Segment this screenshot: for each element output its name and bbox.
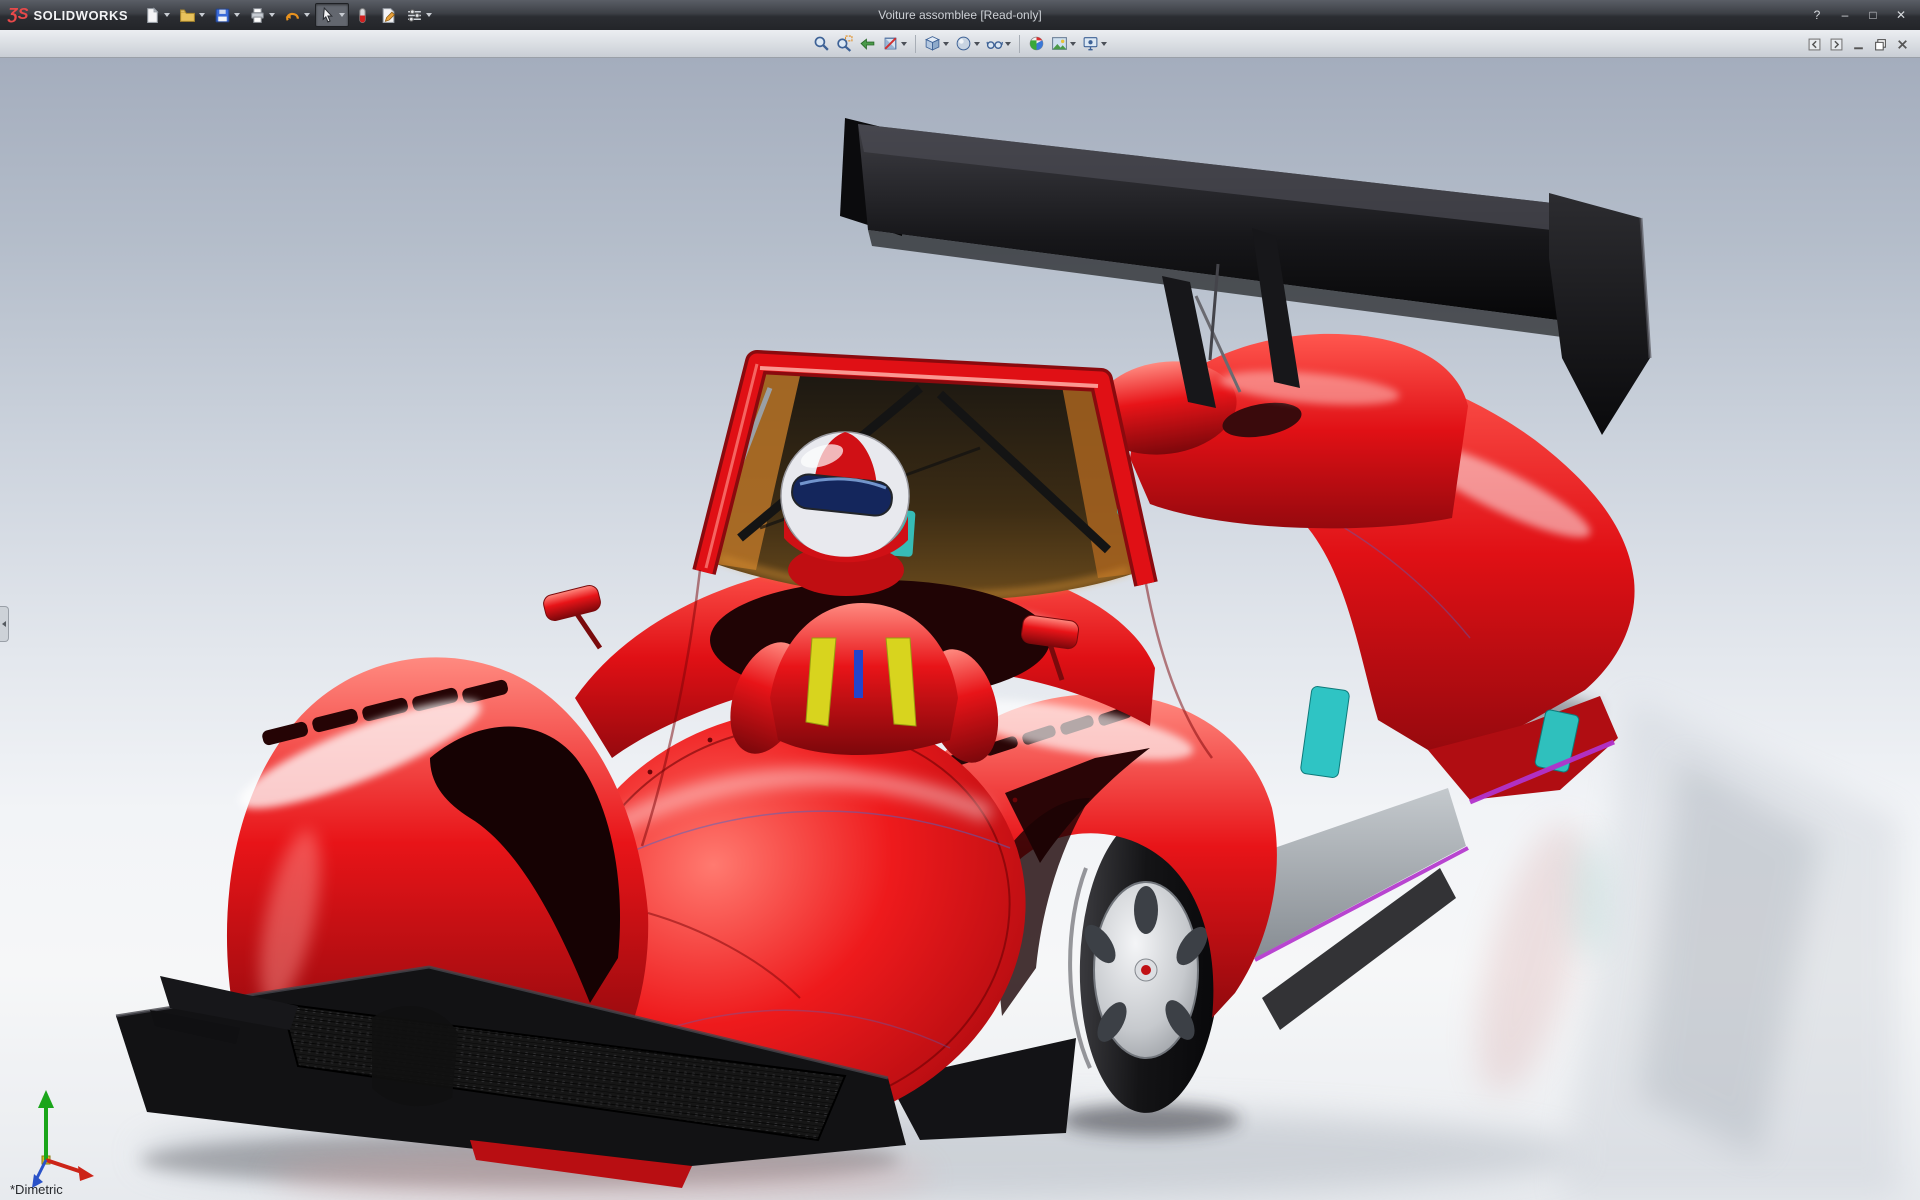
display-style-button[interactable] [952,32,983,56]
zoom-to-fit-icon [814,36,829,51]
view-settings-button[interactable] [1079,32,1110,56]
close-icon [1898,39,1907,49]
minimize-icon [1854,46,1863,49]
dropdown-caret-icon[interactable] [234,13,241,17]
pane-next-button[interactable] [1827,32,1846,56]
view-orientation-label: *Dimetric [10,1182,63,1197]
display-style-icon [956,36,971,51]
dropdown-caret-icon[interactable] [199,13,206,17]
zoom-to-area-button[interactable] [833,32,856,56]
open-folder-icon [180,9,195,22]
dropdown-caret-icon[interactable] [1101,41,1107,46]
new-document-button[interactable] [140,3,174,27]
doc-minimize-button[interactable] [1849,32,1868,56]
apply-scene-button[interactable] [1048,32,1079,56]
hide-show-items-button[interactable] [983,32,1014,56]
dropdown-caret-icon[interactable] [339,13,346,17]
previous-view-icon [860,38,875,50]
pane-previous-button[interactable] [1805,32,1824,56]
document-window-controls [1805,30,1912,58]
3d-viewport-scene[interactable] [0,58,1920,1200]
new-document-icon [147,6,159,23]
dropdown-caret-icon[interactable] [943,41,949,46]
section-view-button[interactable] [879,32,910,56]
zoom-to-area-icon [837,35,853,52]
select-button[interactable] [315,3,350,27]
window-title: Voiture assomblee [Read-only] [878,8,1042,22]
save-icon [215,8,230,22]
front-left-tire-glimpse [372,1006,458,1107]
material-vial-icon [359,7,366,23]
pane-next-icon [1830,38,1843,50]
toolbar-separator [915,34,916,53]
undo-button[interactable] [280,3,314,27]
doc-restore-button[interactable] [1871,32,1890,56]
driver-helmet[interactable] [780,431,910,563]
options-sliders-icon [408,8,421,22]
close-button[interactable]: ✕ [1888,5,1914,25]
options-button[interactable] [402,3,436,27]
restore-button[interactable]: □ [1860,5,1886,25]
restore-icon [1875,38,1886,50]
help-button[interactable]: ? [1804,5,1830,25]
open-button[interactable] [175,3,209,27]
dropdown-caret-icon[interactable] [164,13,171,17]
origin-triad [32,1090,94,1188]
title-bar: ƷS SOLIDWORKS Voiture assomblee [Read-on… [0,0,1920,30]
print-button[interactable] [245,3,279,27]
race-car-model[interactable] [115,118,1652,1188]
dropdown-caret-icon[interactable] [1005,41,1011,46]
save-button[interactable] [210,3,244,27]
view-orientation-button[interactable] [921,32,952,56]
featuremanager-collapse-tab[interactable] [0,606,9,642]
pane-previous-icon [1808,38,1821,50]
appearance-ball-icon [1029,36,1044,51]
view-orientation-cube-icon [925,36,940,51]
doc-close-button[interactable] [1893,32,1912,56]
solidworks-window: ƷS SOLIDWORKS Voiture assomblee [Read-on… [0,0,1920,1200]
dropdown-caret-icon[interactable] [304,13,311,17]
toolbar-separator [1019,34,1020,53]
minimize-button[interactable]: – [1832,5,1858,25]
dropdown-caret-icon[interactable] [901,41,907,46]
app-name: SOLIDWORKS [33,7,129,23]
file-properties-icon [382,7,395,23]
view-settings-icon [1083,37,1098,51]
edit-appearance-button[interactable] [1025,32,1048,56]
window-controls: ? – □ ✕ [1804,5,1920,25]
file-properties-button[interactable] [376,3,401,27]
select-cursor-icon [322,6,333,23]
undo-icon [285,12,299,21]
dropdown-caret-icon[interactable] [269,13,276,17]
dropdown-caret-icon[interactable] [426,13,433,17]
heads-up-view-toolbar [0,30,1920,58]
hide-show-glasses-icon [986,41,1003,49]
apply-scene-icon [1052,37,1067,50]
dropdown-caret-icon[interactable] [974,41,980,46]
dropdown-caret-icon[interactable] [1070,41,1076,46]
main-toolbar [140,3,436,27]
previous-view-button[interactable] [856,32,879,56]
solidworks-logo[interactable]: ƷS SOLIDWORKS [0,6,140,24]
collapse-arrow-icon [2,621,6,627]
print-icon [251,7,264,23]
graphics-area[interactable]: *Dimetric [0,58,1920,1200]
section-view-icon [884,37,897,50]
dassault-logo-icon: ƷS [8,6,29,23]
zoom-to-fit-button[interactable] [810,32,833,56]
edit-material-button[interactable] [350,3,375,27]
